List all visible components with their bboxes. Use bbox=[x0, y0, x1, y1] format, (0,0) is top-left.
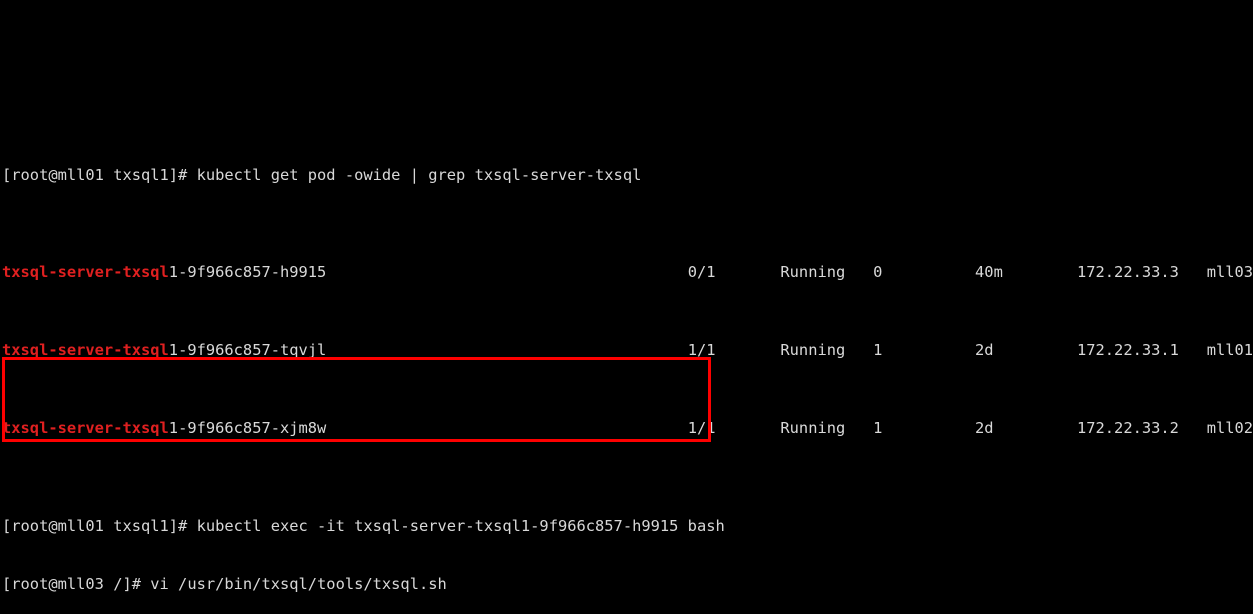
pod-name-rest-1: 1-9f966c857-tqvjl bbox=[168, 341, 327, 359]
pod-name-rest-0: 1-9f966c857-h9915 bbox=[168, 263, 327, 281]
pod-gap-1b bbox=[716, 341, 781, 359]
pod-gap-0f bbox=[1179, 263, 1207, 281]
clipped-scrollback-line bbox=[2, 68, 1253, 88]
pod-gap-1d bbox=[882, 341, 975, 359]
pod-gap-2a bbox=[326, 419, 687, 437]
pod-gap-2c bbox=[845, 419, 873, 437]
pod-name-rest-2: 1-9f966c857-xjm8w bbox=[168, 419, 327, 437]
pod-gap-1a bbox=[326, 341, 687, 359]
command-line-get-pod: [root@mll01 txsql1]# kubectl get pod -ow… bbox=[2, 165, 642, 184]
pod-gap-2e bbox=[994, 419, 1077, 437]
pod-age-2: 2d bbox=[975, 419, 994, 437]
pod-gap-0a bbox=[326, 263, 687, 281]
pod-status-1: Running bbox=[780, 341, 846, 359]
pod-node-0: mll03 bbox=[1206, 263, 1253, 281]
pod-ready-1: 1/1 bbox=[687, 341, 716, 359]
pod-gap-2d bbox=[882, 419, 975, 437]
pod-gap-0e bbox=[1003, 263, 1077, 281]
pod-restarts-1: 1 bbox=[873, 341, 883, 359]
pod-ready-2: 1/1 bbox=[687, 419, 716, 437]
terminal-window[interactable]: [root@mll01 txsql1]# kubectl get pod -ow… bbox=[0, 0, 1253, 614]
command-line-vi-1: [root@mll03 /]# vi /usr/bin/txsql/tools/… bbox=[2, 575, 447, 593]
pod-gap-0c bbox=[845, 263, 873, 281]
pod-node-1: mll01 bbox=[1206, 341, 1253, 359]
terminal-screen: [root@mll01 txsql1]# kubectl get pod -ow… bbox=[2, 0, 1253, 614]
command-line-exec: [root@mll01 txsql1]# kubectl exec -it tx… bbox=[2, 516, 725, 535]
pod-age-0: 40m bbox=[975, 263, 1003, 281]
pod-row-2: txsql-server-txsql1-9f966c857-xjm8w 1/1 … bbox=[2, 419, 1253, 439]
pod-gap-1e bbox=[994, 341, 1077, 359]
pod-ip-1: 172.22.33.1 bbox=[1076, 341, 1179, 359]
pod-restarts-2: 1 bbox=[873, 419, 883, 437]
pod-name-match-2: txsql-server-txsql bbox=[2, 419, 169, 437]
pod-gap-2f bbox=[1179, 419, 1207, 437]
pod-name-match-0: txsql-server-txsql bbox=[2, 263, 169, 281]
pod-gap-0b bbox=[716, 263, 781, 281]
pod-status-0: Running bbox=[780, 263, 846, 281]
pod-ip-2: 172.22.33.2 bbox=[1076, 419, 1179, 437]
pod-restarts-0: 0 bbox=[873, 263, 883, 281]
pod-gap-2b bbox=[716, 419, 781, 437]
pod-gap-1f bbox=[1179, 341, 1207, 359]
pod-row-0: txsql-server-txsql1-9f966c857-h9915 0/1 … bbox=[2, 263, 1253, 283]
pod-ready-0: 0/1 bbox=[687, 263, 716, 281]
pod-gap-1c bbox=[845, 341, 873, 359]
pod-row-1: txsql-server-txsql1-9f966c857-tqvjl 1/1 … bbox=[2, 341, 1253, 361]
pod-ip-0: 172.22.33.3 bbox=[1076, 263, 1179, 281]
pod-node-2: mll02 bbox=[1206, 419, 1253, 437]
pod-age-1: 2d bbox=[975, 341, 994, 359]
pod-name-match-1: txsql-server-txsql bbox=[2, 341, 169, 359]
pod-status-2: Running bbox=[780, 419, 846, 437]
pod-gap-0d bbox=[882, 263, 975, 281]
